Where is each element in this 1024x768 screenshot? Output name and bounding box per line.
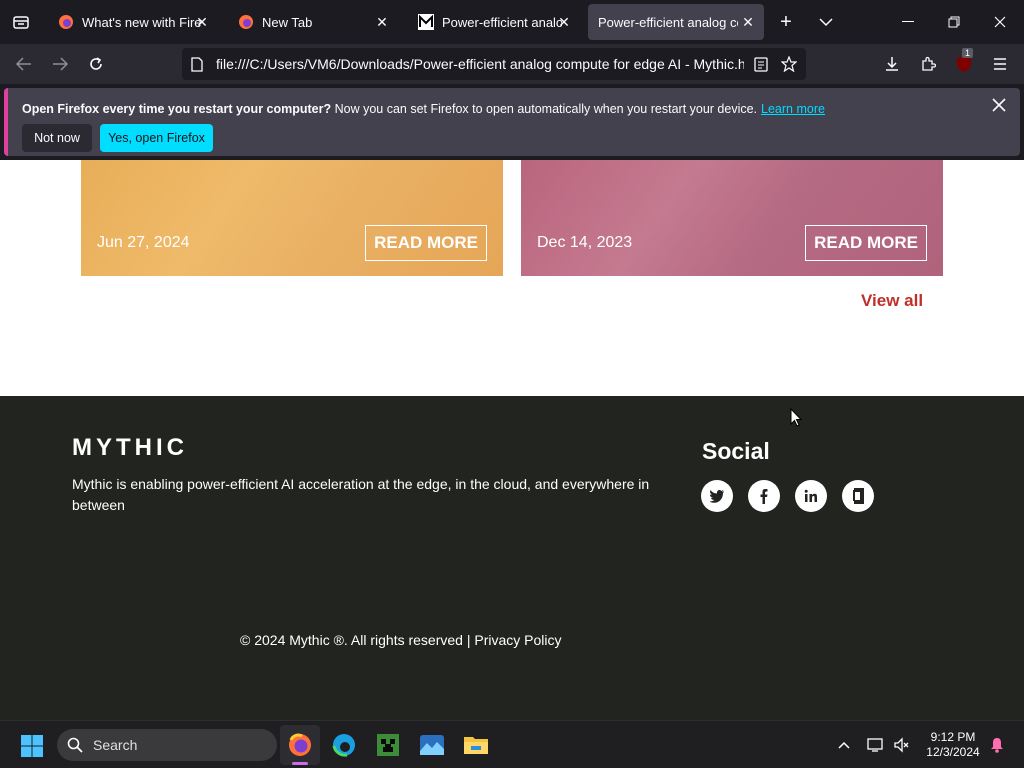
system-clock[interactable]: 9:12 PM 12/3/2024: [920, 730, 986, 760]
network-icon[interactable]: [866, 735, 886, 755]
url-bar[interactable]: file:///C:/Users/VM6/Downloads/Power-eff…: [182, 48, 806, 80]
card-date: Jun 27, 2024: [97, 234, 190, 251]
twitter-icon[interactable]: [701, 480, 733, 512]
firefox-icon: [239, 15, 253, 29]
copyright-text: © 2024 Mythic ®. All rights reserved | P…: [240, 632, 562, 648]
tab-title: Power-efficient analog: [442, 14, 562, 30]
page-content: Jun 27, 2024 READ MORE Dec 14, 2023 READ…: [0, 160, 1024, 720]
mythic-favicon-icon: [418, 14, 434, 30]
close-tab-icon[interactable]: ✕: [740, 14, 756, 30]
tab-list-button[interactable]: [0, 0, 42, 44]
downloads-icon[interactable]: [880, 52, 904, 76]
notification-body: Now you can set Firefox to open automati…: [331, 102, 758, 116]
navigation-toolbar: file:///C:/Users/VM6/Downloads/Power-eff…: [0, 44, 1024, 84]
search-label: Search: [93, 737, 138, 753]
url-text[interactable]: file:///C:/Users/VM6/Downloads/Power-eff…: [216, 56, 744, 72]
tab-new-tab[interactable]: New Tab ✕: [228, 4, 398, 40]
restore-icon[interactable]: [942, 10, 966, 34]
glassdoor-icon[interactable]: [842, 480, 874, 512]
tray-chevron-up-icon[interactable]: [836, 737, 852, 753]
taskbar-edge-icon[interactable]: [324, 725, 364, 765]
reader-view-icon[interactable]: [752, 55, 770, 73]
forward-arrow-icon[interactable]: [48, 52, 72, 76]
tab-title: What's new with Firefox: [82, 14, 202, 30]
close-tab-icon[interactable]: ✕: [194, 14, 210, 30]
notification-bell-icon[interactable]: [988, 735, 1006, 755]
taskbar-search[interactable]: Search: [57, 729, 277, 761]
close-notification-icon[interactable]: [992, 98, 1008, 114]
social-heading: Social: [702, 438, 770, 464]
tab-power-efficient-1[interactable]: Power-efficient analog ✕: [408, 4, 580, 40]
tab-list-icon: [13, 16, 29, 29]
footer-tagline: Mythic is enabling power-efficient AI ac…: [72, 476, 650, 513]
hamburger-menu-icon[interactable]: [988, 52, 1012, 76]
tab-title: Power-efficient analog con: [598, 14, 738, 30]
tab-bar: What's new with Firefox ✕ New Tab ✕ Powe…: [0, 0, 1024, 44]
news-card[interactable]: Jun 27, 2024 READ MORE: [81, 160, 503, 276]
close-window-icon[interactable]: [988, 10, 1012, 34]
bookmark-star-icon[interactable]: [780, 55, 798, 73]
tab-whats-new[interactable]: What's new with Firefox ✕: [48, 4, 218, 40]
yes-open-firefox-button[interactable]: Yes, open Firefox: [100, 124, 213, 152]
windows-taskbar: Search 9:12 PM 12/3/2024: [0, 720, 1024, 768]
taskbar-photos-icon[interactable]: [412, 725, 452, 765]
notification-title: Open Firefox every time you restart your…: [22, 102, 332, 116]
ublock-shield-icon[interactable]: 1: [952, 48, 976, 76]
tab-overflow-chevron-down-icon[interactable]: [814, 10, 838, 34]
learn-more-link[interactable]: Learn more: [761, 102, 825, 116]
volume-muted-icon[interactable]: [892, 735, 912, 755]
notification-message: Open Firefox every time you restart your…: [22, 102, 825, 116]
read-more-button[interactable]: READ MORE: [805, 225, 927, 261]
clock-time: 9:12 PM: [930, 730, 976, 744]
close-tab-icon[interactable]: ✕: [556, 14, 572, 30]
minimize-icon[interactable]: [896, 10, 920, 34]
firefox-icon: [59, 15, 73, 29]
news-card[interactable]: Dec 14, 2023 READ MORE: [521, 160, 943, 276]
tab-title: New Tab: [262, 14, 313, 30]
close-tab-icon[interactable]: ✕: [374, 14, 390, 30]
facebook-icon[interactable]: [748, 480, 780, 512]
windows-start-icon[interactable]: [20, 734, 44, 758]
reload-icon[interactable]: [84, 52, 108, 76]
mouse-cursor-icon: [790, 407, 803, 433]
mythic-logo[interactable]: MYTHIC: [72, 434, 188, 462]
view-all-link[interactable]: View all: [861, 291, 923, 311]
extension-badge: 1: [962, 48, 974, 58]
extensions-puzzle-icon[interactable]: [916, 52, 940, 76]
taskbar-firefox-icon[interactable]: [280, 725, 320, 765]
card-date: Dec 14, 2023: [537, 234, 633, 251]
read-more-button[interactable]: READ MORE: [365, 225, 487, 261]
back-arrow-icon[interactable]: [12, 52, 36, 76]
taskbar-file-explorer-icon[interactable]: [456, 725, 496, 765]
file-icon: [188, 55, 206, 73]
default-browser-notification: Open Firefox every time you restart your…: [4, 88, 1020, 156]
new-tab-icon[interactable]: +: [774, 10, 798, 34]
not-now-button[interactable]: Not now: [22, 124, 92, 152]
taskbar-minecraft-icon[interactable]: [368, 725, 408, 765]
clock-date: 12/3/2024: [926, 745, 980, 759]
linkedin-icon[interactable]: [795, 480, 827, 512]
search-icon: [67, 737, 83, 753]
site-footer: MYTHIC Mythic is enabling power-efficien…: [0, 396, 1024, 720]
tab-power-efficient-active[interactable]: Power-efficient analog con ✕: [588, 4, 764, 40]
